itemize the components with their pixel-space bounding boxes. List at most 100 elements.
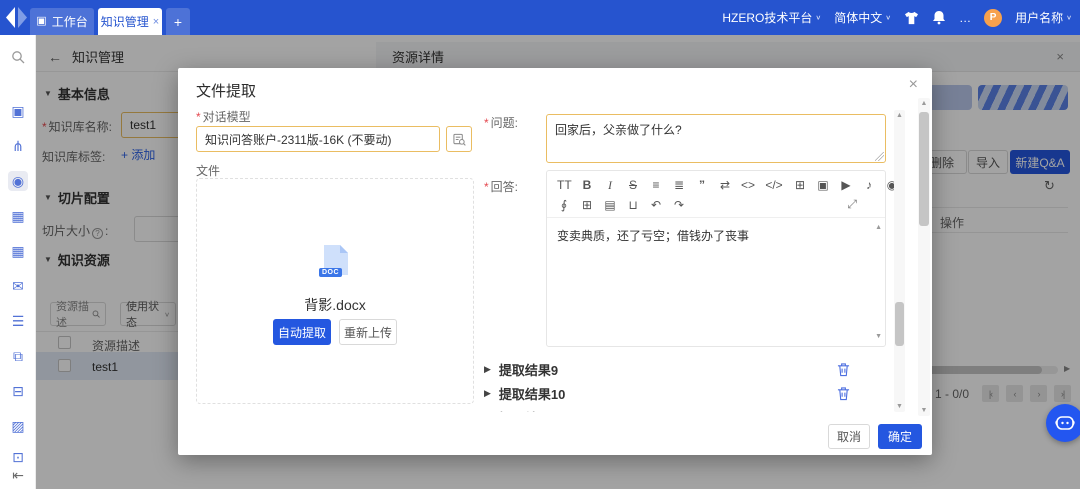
sliders-icon: ☰ [11, 312, 25, 329]
sidebar-search-button[interactable] [8, 47, 28, 67]
assistant-fab[interactable] [1046, 404, 1080, 442]
calendar-icon: ▦ [11, 207, 25, 224]
audio-icon[interactable]: ♪ [862, 177, 876, 193]
scroll-down-icon[interactable]: ▼ [918, 407, 930, 414]
user-menu[interactable]: 用户名称 ∨ [1015, 9, 1072, 26]
tab-close-icon[interactable]: × [153, 16, 159, 28]
qa-column-scrollbar[interactable]: ▲ ▼ [894, 110, 905, 412]
scroll-up-icon[interactable]: ▲ [894, 112, 905, 119]
theme-shirt-button[interactable] [904, 11, 919, 25]
upload-area[interactable]: DOC 背影.docx 自动提取 重新上传 [196, 178, 474, 404]
image-insert-icon[interactable]: ▣ [816, 177, 830, 193]
assistant-robot-icon [1055, 416, 1075, 430]
sidebar-item-chat[interactable]: ⊡ [8, 447, 28, 467]
table-edit-icon[interactable]: ⊞ [580, 197, 594, 213]
sidebar-item-mail-settings[interactable]: ✉ [8, 276, 28, 296]
wrap-icon[interactable]: ⇄ [718, 177, 732, 193]
editor-toolbar-row1: TT B I S ≡ ≣ ” ⇄ <> </> ⊞ ▣ ▶ ♪ ◉ [557, 177, 899, 193]
triangle-right-icon: ▶ [484, 363, 491, 374]
sidebar-item-image[interactable]: ▨ [8, 416, 28, 436]
resize-handle[interactable] [875, 152, 884, 161]
sidebar-item-sliders[interactable]: ☰ [8, 311, 28, 331]
italic-icon[interactable]: I [603, 177, 617, 193]
extract-result-item[interactable]: ▶ 提取结果9 [484, 358, 878, 380]
auto-extract-button[interactable]: 自动提取 [273, 319, 331, 345]
question-value: 回家后，父亲做了什么? [555, 123, 682, 137]
scroll-down-icon[interactable]: ▼ [875, 331, 882, 342]
bell-icon [933, 11, 946, 25]
bullet-list-icon[interactable]: ≡ [649, 177, 663, 193]
question-label: * 问题: [484, 116, 519, 130]
scroll-up-icon[interactable]: ▲ [918, 100, 930, 107]
platform-menu[interactable]: HZERO技术平台 ∨ [722, 9, 821, 26]
chat-icon: ⊡ [12, 448, 24, 465]
sidebar-item-calendar[interactable]: ▦ [8, 206, 28, 226]
redo-icon[interactable]: ↷ [672, 197, 686, 213]
trash-icon [837, 386, 850, 400]
result-label: 提取结果11 [499, 408, 565, 413]
quote-icon[interactable]: ” [695, 177, 709, 193]
triangle-right-icon: ▶ [484, 387, 491, 398]
tab-workbench[interactable]: ▣ 工作台 [30, 8, 94, 35]
fullscreen-icon[interactable]: ⤢ [847, 197, 857, 212]
scroll-up-icon[interactable]: ▲ [875, 222, 882, 233]
scrollbar-thumb[interactable] [895, 302, 904, 346]
modal-close-icon[interactable]: × [909, 76, 918, 94]
knowledge-app-icon: ◉ [11, 172, 25, 189]
inline-code-icon[interactable]: <> [741, 177, 755, 193]
code-block-icon[interactable]: </> [764, 177, 784, 193]
sidebar-item-layers[interactable]: ⧉ [8, 346, 28, 366]
clipboard-icon[interactable]: ▤ [603, 197, 617, 213]
sidebar-collapse-button[interactable]: ⇤ [8, 465, 28, 485]
modal-title: 文件提取 [196, 83, 257, 100]
tab-add-button[interactable]: + [166, 8, 190, 35]
model-lov-button[interactable] [446, 126, 472, 152]
heading-icon[interactable]: TT [557, 177, 572, 193]
question-textarea[interactable]: 回家后，父亲做了什么? [546, 114, 886, 163]
trash-icon [837, 362, 850, 376]
re-upload-button[interactable]: 重新上传 [339, 319, 397, 345]
trash-icon[interactable]: ⊔ [626, 197, 640, 213]
extract-result-item-clipped[interactable]: ▶ 提取结果11 [484, 406, 878, 413]
strikethrough-icon[interactable]: S [626, 177, 640, 193]
model-label: * 对话模型 [196, 110, 251, 124]
cancel-button[interactable]: 取消 [828, 424, 870, 449]
bold-icon[interactable]: B [580, 177, 594, 193]
answer-content[interactable]: 变卖典质，还了亏空；借钱办了丧事 ▲ ▼ [547, 217, 885, 346]
table-icon[interactable]: ⊞ [793, 177, 807, 193]
sidebar-item-folder[interactable]: ⊟ [8, 381, 28, 401]
ordered-list-icon[interactable]: ≣ [672, 177, 686, 193]
scrollbar-thumb[interactable] [919, 112, 929, 226]
upload-actions: 自动提取 重新上传 [197, 319, 473, 345]
language-menu[interactable]: 简体中文 ∨ [834, 9, 891, 26]
left-icon-sidebar: ▣ ⋔ ◉ ▦ ▦ ✉ ☰ ⧉ ⊟ ▨ ⊡ ⇤ [0, 35, 36, 489]
extract-result-item[interactable]: ▶ 提取结果10 [484, 382, 878, 404]
tab-knowledge-management[interactable]: 知识管理 × [98, 8, 162, 35]
notifications-button[interactable] [932, 10, 946, 25]
answer-rich-editor[interactable]: TT B I S ≡ ≣ ” ⇄ <> </> ⊞ ▣ ▶ ♪ ◉ ∮ ⊞ ▤ … [546, 170, 897, 347]
topbar-right-menu: HZERO技术平台 ∨ 简体中文 ∨ … P 用户名称 ∨ [722, 0, 1072, 35]
video-icon[interactable]: ▶ [839, 177, 853, 193]
monitor-icon: ▣ [11, 102, 25, 119]
sidebar-item-knowledge-app[interactable]: ◉ [8, 171, 28, 191]
more-menu-button[interactable]: … [959, 11, 971, 25]
file-label: 文件 [196, 164, 221, 178]
modal-scrollbar[interactable]: ▲ ▼ [918, 98, 930, 416]
org-chart-icon: ⋔ [12, 137, 24, 154]
answer-label: * 回答: [484, 180, 519, 194]
sidebar-item-monitor[interactable]: ▣ [8, 101, 28, 121]
collapse-icon: ⇤ [12, 466, 24, 483]
undo-icon[interactable]: ↶ [649, 197, 663, 213]
delete-result-button[interactable] [837, 386, 850, 401]
confirm-button[interactable]: 确定 [878, 424, 922, 449]
sidebar-item-schedule[interactable]: ▦ [8, 241, 28, 261]
tab-knowledge-label: 知识管理 [100, 15, 149, 29]
sidebar-item-org-chart[interactable]: ⋔ [8, 136, 28, 156]
avatar[interactable]: P [984, 8, 1003, 27]
dialog-model-input[interactable]: 知识问答账户-2311版-16K (不要动) [196, 126, 440, 152]
attachment-icon[interactable]: ∮ [557, 197, 571, 213]
scroll-down-icon[interactable]: ▼ [894, 403, 905, 410]
hzero-logo-icon [6, 7, 27, 28]
delete-result-button[interactable] [837, 362, 850, 377]
username-label: 用户名称 [1015, 11, 1064, 25]
